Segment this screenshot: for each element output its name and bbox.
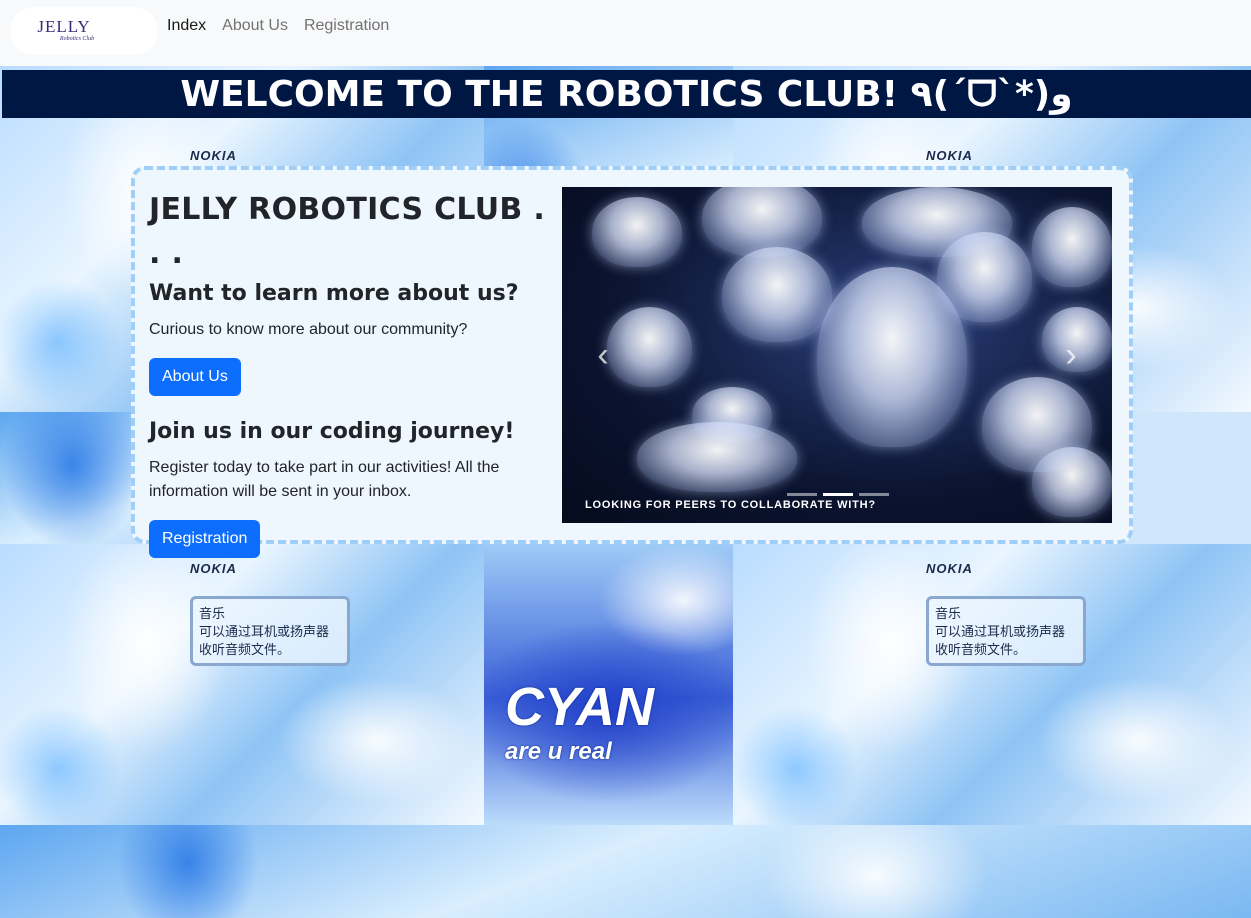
jellyfish-image	[817, 267, 967, 447]
carousel-prev-button[interactable]: ‹	[588, 337, 618, 373]
carousel-indicator-2[interactable]	[823, 493, 853, 496]
carousel-indicators	[787, 493, 889, 496]
bg-phone-screen-line: 可以通过耳机或扬声器	[935, 624, 1066, 639]
bg-nokia-label: NOKIA	[926, 561, 973, 576]
chevron-right-icon: ›	[1065, 336, 1077, 374]
carousel-indicator-3[interactable]	[859, 493, 889, 496]
jellyfish-image	[637, 422, 797, 492]
intro-text-column: JELLY ROBOTICS CLUB . . . Want to learn …	[149, 188, 549, 558]
brand-logo-text: JELLY	[37, 17, 91, 36]
jellyfish-image	[722, 247, 832, 342]
learn-more-heading: Want to learn more about us?	[149, 281, 519, 306]
learn-more-text: Curious to know more about our community…	[149, 321, 468, 338]
nav-link-about-us[interactable]: About Us	[222, 17, 288, 35]
bg-phone-screen-line: 收听音频文件。	[199, 642, 291, 657]
jellyfish-image	[592, 197, 682, 267]
carousel-indicator-1[interactable]	[787, 493, 817, 496]
navbar: JELLY Robotics Club Index About Us Regis…	[0, 0, 1251, 56]
bg-nokia-label: NOKIA	[926, 148, 973, 163]
bg-tile-portrait	[0, 825, 1251, 918]
intro-card: JELLY ROBOTICS CLUB . . . Want to learn …	[131, 166, 1133, 558]
nav-link-index[interactable]: Index	[167, 17, 206, 35]
carousel-caption: LOOKING FOR PEERS TO COLLABORATE WITH?	[585, 499, 876, 511]
jellyfish-image	[1032, 207, 1112, 287]
join-text: Register today to take part in our activ…	[149, 456, 549, 504]
welcome-banner: WELCOME TO THE ROBOTICS CLUB! ٩(ˊᗜˋ*)و	[2, 70, 1251, 118]
image-carousel[interactable]: ‹ › LOOKING FOR PEERS TO COLLABORATE WIT…	[562, 187, 1112, 523]
bg-cyan-logo: CYAN	[505, 677, 655, 737]
club-title: JELLY ROBOTICS CLUB . . .	[149, 192, 546, 271]
jellyfish-image	[702, 187, 822, 257]
about-us-button[interactable]: About Us	[149, 358, 241, 396]
bg-phone-screen-line: 音乐	[199, 606, 226, 621]
registration-button[interactable]: Registration	[149, 520, 261, 558]
bg-tile-phone	[733, 544, 1251, 825]
bg-nokia-label: NOKIA	[190, 148, 237, 163]
brand-logo-subtext: Robotics Club	[59, 36, 95, 42]
jellyfish-image	[1032, 447, 1112, 517]
chevron-left-icon: ‹	[597, 336, 609, 374]
bg-cyan-subtext: are u real	[505, 738, 612, 765]
nav-links: Index About Us Registration	[167, 17, 389, 35]
join-text-line: Register today to take part in our activ…	[149, 459, 500, 476]
bg-phone-screen-line: 可以通过耳机或扬声器	[199, 624, 330, 639]
carousel-next-button[interactable]: ›	[1056, 337, 1086, 373]
bg-phone-screen: 音乐 可以通过耳机或扬声器 收听音频文件。	[190, 596, 350, 666]
bg-phone-screen: 音乐 可以通过耳机或扬声器 收听音频文件。	[926, 596, 1086, 666]
brand-logo[interactable]: JELLY Robotics Club	[10, 7, 158, 55]
bg-phone-screen-line: 收听音频文件。	[935, 642, 1027, 657]
bg-phone-screen-line: 音乐	[935, 606, 962, 621]
nav-link-registration[interactable]: Registration	[304, 17, 389, 35]
join-text-line: information will be sent in your inbox.	[149, 483, 412, 500]
jellyfish-image	[607, 307, 692, 387]
join-heading: Join us in our coding journey!	[149, 419, 515, 444]
bg-tile-phone	[0, 544, 484, 825]
bg-nokia-label: NOKIA	[190, 561, 237, 576]
